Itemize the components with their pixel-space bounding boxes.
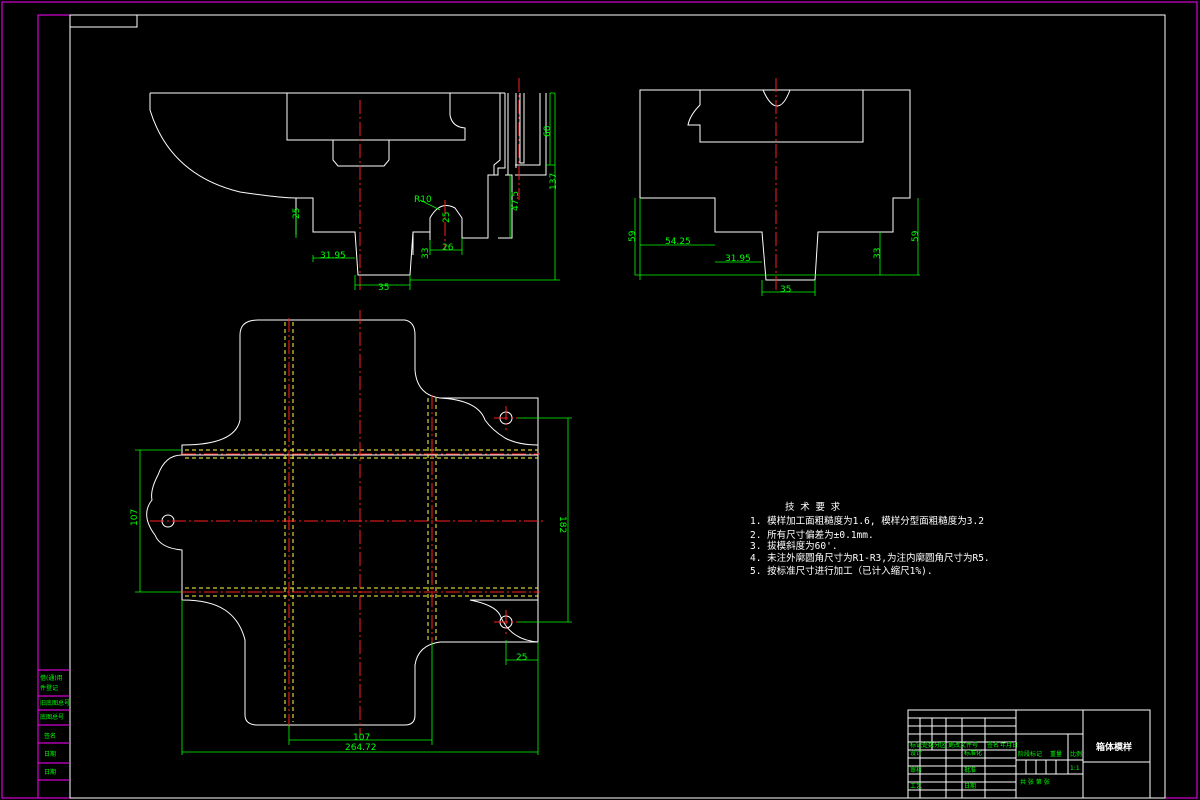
dim-r10: R10: [414, 195, 432, 205]
drawing-border: [69, 14, 1166, 799]
tb-part-name: 箱体模样: [1096, 741, 1132, 753]
note-4: 4. 未注外廓圆角尺寸为R1-R3,为注内廓圆角尺寸为R5.: [750, 552, 990, 564]
tb-row-design: 设计: [910, 749, 922, 757]
plan-view: 107 182 25 107 264.72: [130, 310, 572, 755]
plan-dim-107v: 107: [130, 509, 140, 526]
tb-header-4: 签名: [987, 741, 999, 749]
side-label-6: 日期: [44, 768, 56, 776]
side-label-3: 底图总号: [40, 713, 64, 721]
tb-header-1: 处数: [922, 741, 934, 749]
tb-header-0: 标记: [910, 741, 922, 749]
side-label-4: 签名: [44, 732, 56, 740]
technical-notes: 技 术 要 求 1. 模样加工面粗糙度为1.6, 模样分型面粗糙度为3.2 2.…: [750, 501, 990, 577]
outer-frame: [1, 1, 1198, 799]
dim-25: 25: [292, 208, 302, 219]
tb-sheet: 共 张 第 张: [1020, 778, 1050, 786]
tb-row-review: 审核: [910, 766, 922, 774]
side-label-2: 旧底图总号: [40, 699, 70, 707]
dim-31-95: 31.95: [320, 251, 346, 261]
plan-dim-182: 182: [557, 516, 567, 533]
side-record-block: 借(通)用 件登记 旧底图总号 底图总号 签名 日期 日期: [38, 669, 70, 781]
side-dim-59b: 59: [911, 230, 921, 242]
note-1: 1. 模样加工面粗糙度为1.6, 模样分型面粗糙度为3.2: [750, 515, 984, 527]
note-3: 3. 拔模斜度为60'.: [750, 540, 838, 552]
side-label-1: 件登记: [40, 684, 58, 692]
tb-header-2: 分区: [934, 741, 946, 749]
cad-drawing: 31.95 25 35 33 26 R10 25 47.5 60 137 59 …: [1, 1, 1198, 799]
tb-right-approve: 批准: [964, 766, 976, 774]
plan-dim-264-72: 264.72: [345, 743, 377, 753]
dim-47-5: 47.5: [511, 191, 521, 211]
plan-dim-25: 25: [516, 653, 527, 663]
tb-stage-0: 阶段标记: [1018, 750, 1042, 758]
note-2: 2. 所有尺寸偏差为±0.1mm.: [750, 529, 874, 541]
tb-right-std: 标准化: [964, 749, 982, 757]
tb-scale: 1:1: [1070, 765, 1080, 772]
side-dim-54-25: 54.25: [665, 237, 691, 247]
side-dim-31-95: 31.95: [725, 254, 751, 264]
dim-26: 26: [442, 243, 454, 253]
dim-60: 60: [543, 125, 553, 137]
front-view: 31.95 25 35 33 26 R10 25 47.5 60 137: [149, 78, 560, 293]
tb-header-5: 年月日: [1000, 741, 1018, 749]
plan-dim-107h: 107: [353, 733, 370, 743]
tb-row-process: 工艺: [910, 782, 922, 790]
title-block: 标记 处数 分区 更改文件号 签名 年月日 设计 审核 工艺 标准化 批准 日期…: [907, 709, 1151, 799]
dim-33: 33: [421, 248, 431, 259]
inner-frame: [37, 14, 1166, 799]
side-dim-35: 35: [780, 285, 791, 295]
dim-25b: 25: [442, 212, 452, 223]
dim-35: 35: [378, 283, 389, 293]
notes-title: 技 术 要 求: [785, 501, 841, 513]
side-dim-59a: 59: [628, 230, 638, 242]
tb-stage-2: 比例: [1070, 750, 1082, 758]
dim-137: 137: [549, 173, 559, 190]
tb-right-date: 日期: [964, 782, 976, 790]
side-label-5: 日期: [44, 750, 56, 758]
tb-stage-1: 重量: [1050, 750, 1062, 758]
corner-code-box: [69, 14, 138, 28]
side-label-0: 借(通)用: [40, 674, 63, 682]
side-dim-33: 33: [873, 248, 883, 259]
tb-header-3: 更改文件号: [948, 741, 978, 749]
side-view: 59 54.25 31.95 35 33 59: [628, 78, 921, 296]
note-5: 5. 按标准尺寸进行加工（已计入缩尺1%).: [750, 565, 933, 577]
